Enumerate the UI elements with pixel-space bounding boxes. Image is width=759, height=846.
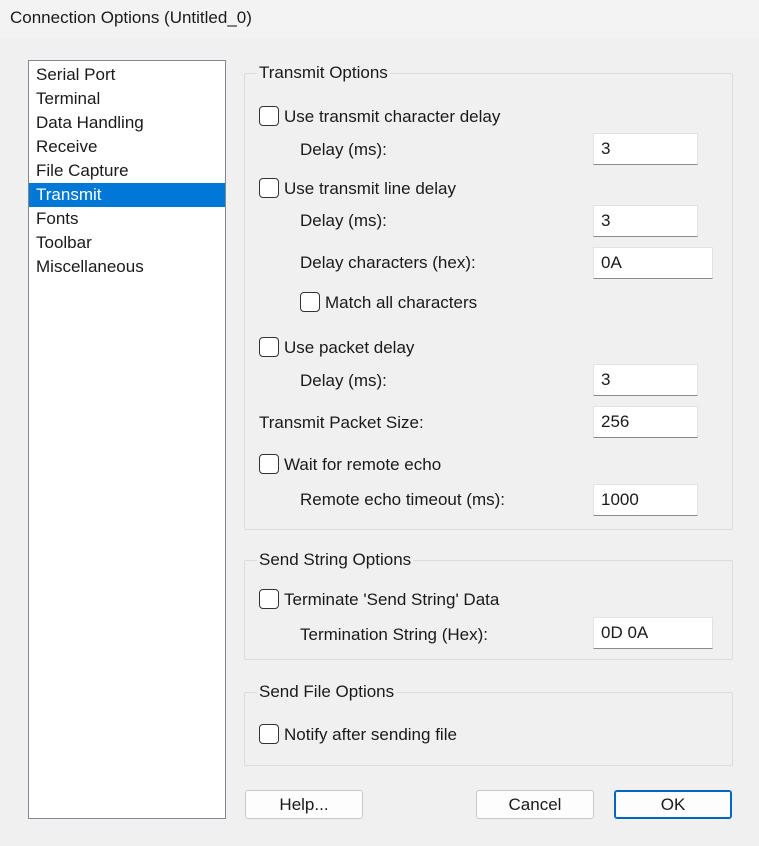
wait-for-remote-echo-label[interactable]: Wait for remote echo: [284, 455, 441, 475]
remote-echo-timeout-input[interactable]: 1000: [593, 484, 698, 516]
transmit-packet-size-input[interactable]: 256: [593, 406, 698, 438]
category-list[interactable]: Serial Port Terminal Data Handling Recei…: [28, 60, 226, 819]
cancel-button[interactable]: Cancel: [476, 790, 594, 819]
category-item-data-handling[interactable]: Data Handling: [29, 111, 225, 135]
remote-echo-timeout-label: Remote echo timeout (ms):: [300, 490, 506, 509]
category-item-toolbar[interactable]: Toolbar: [29, 231, 225, 255]
use-transmit-char-delay-label[interactable]: Use transmit character delay: [284, 107, 500, 127]
packet-delay-label: Delay (ms):: [300, 371, 387, 390]
category-item-transmit[interactable]: Transmit: [29, 183, 225, 207]
send-string-options-legend: Send String Options: [257, 549, 414, 571]
terminate-send-string-checkbox[interactable]: [259, 589, 279, 609]
use-transmit-char-delay-checkbox[interactable]: [259, 106, 279, 126]
notify-after-sending-file-label[interactable]: Notify after sending file: [284, 725, 457, 745]
wait-for-remote-echo-checkbox[interactable]: [259, 454, 279, 474]
use-transmit-line-delay-checkbox[interactable]: [259, 178, 279, 198]
use-transmit-line-delay-label[interactable]: Use transmit line delay: [284, 179, 456, 199]
line-delay-label: Delay (ms):: [300, 211, 387, 230]
packet-delay-input[interactable]: 3: [593, 364, 698, 396]
termination-string-input[interactable]: 0D 0A: [593, 617, 713, 649]
category-item-file-capture[interactable]: File Capture: [29, 159, 225, 183]
use-packet-delay-checkbox[interactable]: [259, 337, 279, 357]
notify-after-sending-file-checkbox[interactable]: [259, 724, 279, 744]
delay-characters-label: Delay characters (hex):: [300, 253, 476, 272]
terminate-send-string-label[interactable]: Terminate 'Send String' Data: [284, 590, 499, 610]
line-delay-input[interactable]: 3: [593, 205, 698, 237]
match-all-characters-checkbox[interactable]: [300, 292, 320, 312]
match-all-characters-label[interactable]: Match all characters: [325, 293, 477, 313]
transmit-options-legend: Transmit Options: [257, 62, 390, 84]
category-item-miscellaneous[interactable]: Miscellaneous: [29, 255, 225, 279]
termination-string-label: Termination String (Hex):: [300, 625, 489, 644]
help-button[interactable]: Help...: [245, 790, 363, 819]
delay-characters-input[interactable]: 0A: [593, 247, 713, 279]
send-file-options-legend: Send File Options: [257, 681, 397, 703]
category-item-receive[interactable]: Receive: [29, 135, 225, 159]
char-delay-label: Delay (ms):: [300, 140, 387, 159]
char-delay-input[interactable]: 3: [593, 133, 698, 165]
category-item-serial-port[interactable]: Serial Port: [29, 63, 225, 87]
transmit-packet-size-label: Transmit Packet Size:: [259, 413, 424, 432]
window-title: Connection Options (Untitled_0): [10, 8, 252, 27]
category-item-terminal[interactable]: Terminal: [29, 87, 225, 111]
use-packet-delay-label[interactable]: Use packet delay: [284, 338, 414, 358]
title-bar: Connection Options (Untitled_0): [0, 0, 759, 38]
category-item-fonts[interactable]: Fonts: [29, 207, 225, 231]
ok-button[interactable]: OK: [614, 790, 732, 819]
